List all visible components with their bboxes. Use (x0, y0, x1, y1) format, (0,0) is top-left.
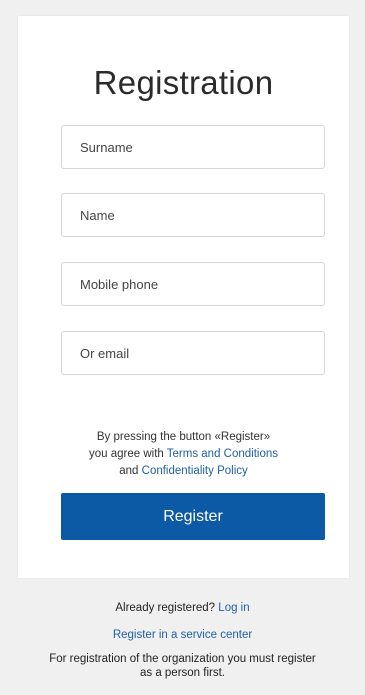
agreement-line-2: you agree with Terms and Conditions (18, 446, 349, 463)
page-title: Registration (93, 64, 274, 101)
service-center-link[interactable]: Register in a service center (113, 629, 252, 641)
agreement-text: By pressing the button «Register» you ag… (18, 429, 349, 480)
agreement-mid-text: you agree with (88, 448, 164, 460)
already-registered-text: Already registered? (115, 602, 216, 614)
privacy-policy-link[interactable]: Confidentiality Policy (142, 465, 248, 477)
terms-link[interactable]: Terms and Conditions (167, 448, 278, 460)
service-center-line: Register in a service center (0, 629, 365, 641)
register-button[interactable]: Register (61, 493, 325, 540)
registration-card: Registration By pressing the button «Reg… (18, 16, 349, 578)
organization-note: For registration of the organization you… (0, 652, 365, 680)
agreement-and-text: and (119, 465, 139, 477)
email-input[interactable] (61, 331, 325, 375)
agreement-line-1: By pressing the button «Register» (96, 431, 271, 443)
name-input[interactable] (61, 193, 325, 237)
login-link[interactable]: Log in (218, 602, 249, 614)
surname-input[interactable] (61, 125, 325, 169)
already-registered-line: Already registered? Log in (0, 602, 365, 614)
mobile-phone-input[interactable] (61, 262, 325, 306)
organization-note-line-2: as a person first. (139, 667, 225, 679)
organization-note-line-1: For registration of the organization you… (49, 653, 316, 665)
agreement-line-3: and Confidentiality Policy (18, 463, 349, 480)
